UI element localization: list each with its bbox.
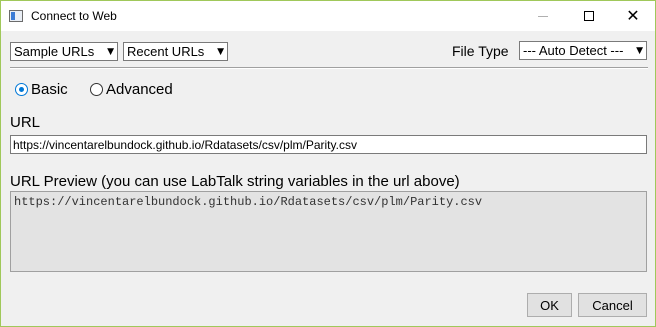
separator: [10, 67, 648, 69]
close-icon: ✕: [626, 6, 640, 25]
connect-to-web-dialog: Connect to Web ✕ Sample URLs ▼ Recent UR…: [0, 0, 656, 327]
title-bar: Connect to Web ✕: [1, 1, 655, 31]
file-type-value: --- Auto Detect ---: [523, 43, 624, 58]
url-input[interactable]: https://vincentarelbundock.github.io/Rda…: [10, 135, 647, 154]
advanced-radio[interactable]: Advanced: [90, 81, 173, 98]
maximize-icon: [584, 11, 594, 21]
file-type-label: File Type: [452, 43, 509, 59]
radio-unselected-icon: [90, 83, 103, 96]
recent-urls-dropdown[interactable]: Recent URLs ▼: [123, 42, 228, 61]
url-preview-box: https://vincentarelbundock.github.io/Rda…: [10, 191, 647, 272]
minimize-button[interactable]: [520, 1, 566, 31]
close-button[interactable]: ✕: [610, 1, 656, 31]
chevron-down-icon: ▼: [107, 46, 114, 57]
url-preview-label: URL Preview (you can use LabTalk string …: [10, 173, 460, 190]
window-title: Connect to Web: [31, 9, 117, 23]
basic-radio-label: Basic: [31, 81, 68, 98]
basic-radio[interactable]: Basic: [15, 81, 68, 98]
ok-button[interactable]: OK: [527, 293, 572, 317]
recent-urls-label: Recent URLs: [127, 44, 205, 59]
chevron-down-icon: ▼: [217, 46, 224, 57]
maximize-button[interactable]: [566, 1, 612, 31]
sample-urls-dropdown[interactable]: Sample URLs ▼: [10, 42, 118, 61]
sample-urls-label: Sample URLs: [14, 44, 95, 59]
radio-selected-icon: [15, 83, 28, 96]
chevron-down-icon: ▼: [636, 45, 643, 56]
app-window-icon: [9, 10, 23, 22]
url-label: URL: [10, 114, 41, 131]
cancel-button[interactable]: Cancel: [578, 293, 647, 317]
file-type-dropdown[interactable]: --- Auto Detect --- ▼: [519, 41, 647, 60]
minimize-icon: [538, 15, 548, 17]
advanced-radio-label: Advanced: [106, 81, 173, 98]
